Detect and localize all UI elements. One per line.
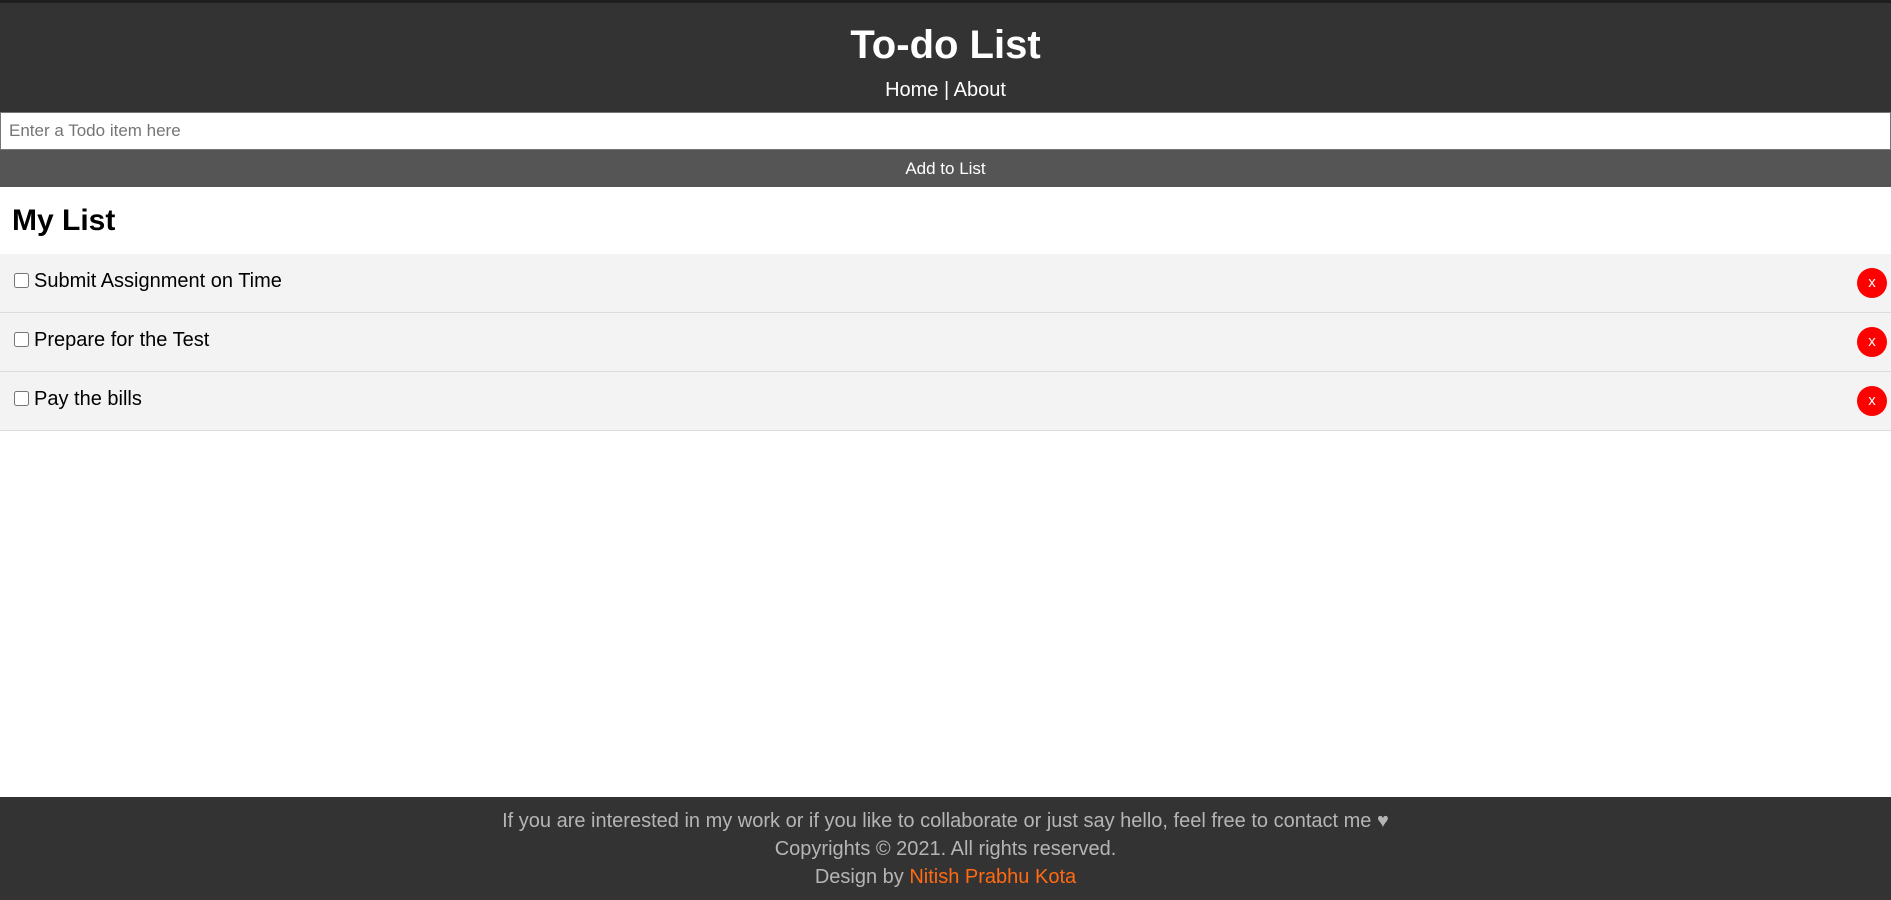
todo-list: Submit Assignment on Time x Prepare for … bbox=[0, 254, 1891, 431]
todo-item-text: Prepare for the Test bbox=[34, 329, 210, 351]
add-to-list-button[interactable]: Add to List bbox=[0, 150, 1891, 187]
nav-about-link[interactable]: About bbox=[954, 79, 1006, 101]
todo-item: Prepare for the Test x bbox=[0, 313, 1891, 372]
todo-item-text: Submit Assignment on Time bbox=[34, 270, 282, 292]
footer-copyright: Copyrights © 2021. All rights reserved. bbox=[774, 838, 1117, 860]
delete-item-button[interactable]: x bbox=[1857, 268, 1887, 298]
todo-item: Submit Assignment on Time x bbox=[0, 254, 1891, 313]
todo-input[interactable] bbox=[0, 112, 1891, 150]
nav-home-link[interactable]: Home bbox=[885, 79, 938, 101]
main-nav: Home | About bbox=[0, 79, 1891, 101]
delete-item-button[interactable]: x bbox=[1857, 327, 1887, 357]
footer-design-credit: Design by Nitish Prabhu Kota bbox=[0, 863, 1891, 891]
delete-item-button[interactable]: x bbox=[1857, 386, 1887, 416]
page: To-do List Home | About Add to List My L… bbox=[0, 0, 1891, 900]
author-link[interactable]: Nitish Prabhu Kota bbox=[909, 866, 1076, 888]
site-footer: If you are interested in my work or if y… bbox=[0, 797, 1891, 900]
todo-checkbox[interactable] bbox=[14, 332, 29, 347]
design-by-label: Design by bbox=[814, 866, 904, 888]
todo-checkbox[interactable] bbox=[14, 273, 29, 288]
list-title: My List bbox=[12, 204, 116, 237]
todo-item-text: Pay the bills bbox=[34, 388, 142, 410]
page-title: To-do List bbox=[850, 23, 1041, 67]
todo-item: Pay the bills x bbox=[0, 372, 1891, 431]
todo-checkbox[interactable] bbox=[14, 391, 29, 406]
site-header: To-do List Home | About bbox=[0, 0, 1891, 112]
nav-separator: | bbox=[944, 79, 950, 101]
footer-contact-line: If you are interested in my work or if y… bbox=[502, 810, 1389, 832]
